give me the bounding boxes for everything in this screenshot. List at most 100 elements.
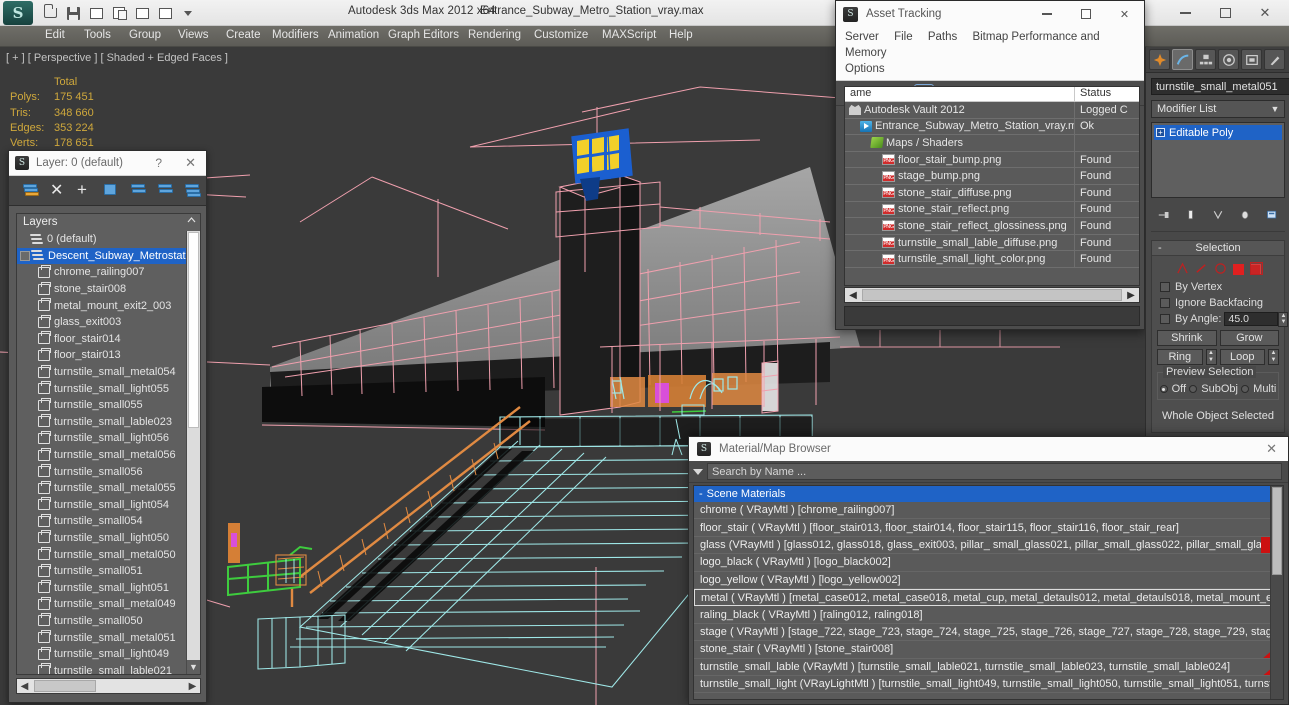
asset-row[interactable]: PNG stone_stair_reflect_glossiness.png Fou…	[845, 218, 1139, 235]
layer-list-item[interactable]: turnstile_small_light054	[17, 497, 186, 514]
layer-list-item[interactable]: turnstile_small_light050	[17, 530, 186, 547]
material-list-vertical-scrollbar[interactable]	[1270, 486, 1283, 699]
layer-list-item[interactable]: turnstile_small_light055	[17, 380, 186, 397]
by-angle-spinner[interactable]: ▲ ▼	[1278, 312, 1289, 327]
set-current-layer-icon[interactable]	[185, 183, 201, 198]
menu-group[interactable]: Group	[129, 29, 161, 41]
render-setup-icon[interactable]	[155, 3, 175, 23]
create-tab-icon[interactable]	[1149, 49, 1170, 70]
material-list-item[interactable]: turnstile_small_lable (VRayMtl ) [turnst…	[694, 658, 1283, 676]
layer-list-horizontal-scrollbar[interactable]: ◀ ▶	[16, 678, 201, 694]
search-input[interactable]	[707, 463, 1282, 480]
asset-column-name[interactable]: ame	[845, 87, 1075, 101]
layer-list-item[interactable]: metal_mount_exit2_003	[17, 297, 186, 314]
close-icon[interactable]: ✕	[1245, 1, 1285, 26]
asset-menu-options[interactable]: Options	[845, 63, 885, 75]
asset-close-icon[interactable]: ✕	[1105, 1, 1144, 27]
layer-list-item[interactable]: glass_exit003	[17, 314, 186, 331]
menu-graph-editors[interactable]: Graph Editors	[388, 29, 459, 41]
selection-rollout-header[interactable]: - Selection	[1152, 241, 1284, 256]
menu-views[interactable]: Views	[178, 29, 208, 41]
asset-tracking-grid[interactable]: ame Status Autodesk Vault 2012 Logged C En…	[844, 86, 1140, 286]
layer-list-item[interactable]: chrome_railing007	[17, 264, 186, 281]
ring-spinner[interactable]: ▲ ▼	[1205, 349, 1217, 365]
select-objects-in-layer-icon[interactable]	[104, 183, 120, 198]
asset-grid-horizontal-scrollbar[interactable]: ◀ ▶	[844, 287, 1140, 303]
scrollbar-thumb[interactable]	[188, 232, 199, 428]
material-list-item[interactable]: stone_stair ( VRayMtl ) [stone_stair008]	[694, 641, 1283, 659]
layer-list-item[interactable]: turnstile_small054	[17, 513, 186, 530]
layer-list-item[interactable]: turnstile_small050	[17, 613, 186, 630]
menu-create[interactable]: Create	[226, 29, 261, 41]
asset-row[interactable]: PNG stone_stair_diffuse.png Found	[845, 184, 1139, 202]
by-vertex-checkbox[interactable]	[1160, 282, 1170, 292]
modify-tab-icon[interactable]	[1172, 49, 1193, 70]
scroll-down-icon[interactable]: ▼	[187, 660, 200, 674]
preview-off-radio[interactable]	[1159, 385, 1168, 393]
asset-row[interactable]: Entrance_Subway_Metro_Station_vray.max Ok	[845, 118, 1139, 136]
menu-customize[interactable]: Customize	[534, 29, 588, 41]
group-collapse-icon[interactable]: -	[699, 488, 703, 500]
menu-modifiers[interactable]: Modifiers	[272, 29, 319, 41]
ring-button[interactable]: Ring	[1157, 349, 1203, 365]
remove-modifier-icon[interactable]	[1237, 208, 1252, 222]
layer-list-item[interactable]: turnstile_small051	[17, 563, 186, 580]
viewport-label[interactable]: [ + ] [ Perspective ] [ Shaded + Edged F…	[6, 52, 228, 64]
rollout-collapse-icon[interactable]: -	[1158, 242, 1162, 254]
layer-dialog-help-button[interactable]: ?	[155, 156, 162, 170]
delete-layer-icon[interactable]: ✕	[50, 182, 66, 198]
maximize-icon[interactable]	[1205, 1, 1245, 26]
undo-icon[interactable]	[86, 3, 106, 23]
scroll-right-icon[interactable]: ▶	[185, 681, 200, 692]
layer-list-item[interactable]: turnstile_small_metal051	[17, 629, 186, 646]
modifier-stack-item-editable-poly[interactable]: + Editable Poly	[1154, 125, 1282, 140]
ignore-backfacing-checkbox[interactable]	[1160, 298, 1170, 308]
asset-minimize-icon[interactable]	[1027, 1, 1066, 27]
configure-modifier-sets-icon[interactable]	[1264, 208, 1279, 222]
layer-dialog-close-icon[interactable]: ✕	[185, 155, 196, 171]
motion-tab-icon[interactable]	[1218, 49, 1239, 70]
border-subobject-icon[interactable]	[1214, 262, 1227, 277]
grow-button[interactable]: Grow	[1219, 330, 1279, 346]
quick-access-dropdown-caret-icon[interactable]	[178, 3, 198, 23]
modifier-list-dropdown[interactable]: Modifier List ▼	[1151, 100, 1285, 118]
create-new-layer-icon[interactable]	[23, 183, 39, 198]
preview-option-subobj[interactable]: SubObj	[1189, 383, 1238, 395]
material-browser-close-icon[interactable]: ✕	[1266, 441, 1277, 457]
vertex-subobject-icon[interactable]	[1176, 262, 1189, 277]
layer-list-item[interactable]: turnstile_small055	[17, 397, 186, 414]
element-subobject-icon[interactable]	[1249, 261, 1263, 275]
layer-list-item[interactable]: turnstile_small_light051	[17, 579, 186, 596]
layer-list-item[interactable]: turnstile_small_lable021	[17, 662, 186, 674]
scroll-right-icon[interactable]: ▶	[1123, 290, 1139, 301]
scroll-left-icon[interactable]: ◀	[845, 290, 861, 301]
3dsmax-logo-icon[interactable]: S	[3, 1, 33, 25]
filter-dropdown-icon[interactable]	[693, 468, 703, 475]
menu-maxscript[interactable]: MAXScript	[602, 29, 656, 41]
layer-list-item[interactable]: turnstile_small_metal050	[17, 546, 186, 563]
loop-button[interactable]: Loop	[1219, 349, 1265, 365]
menu-rendering[interactable]: Rendering	[468, 29, 521, 41]
material-list-item[interactable]: metal ( VRayMtl ) [metal_case012, metal_…	[694, 588, 1283, 607]
edge-subobject-icon[interactable]	[1195, 262, 1208, 277]
preview-option-off[interactable]: Off	[1159, 383, 1186, 395]
add-layer-icon[interactable]: +	[77, 181, 93, 198]
asset-menu-paths[interactable]: Paths	[928, 31, 957, 43]
menu-help[interactable]: Help	[669, 29, 693, 41]
layer-list-item[interactable]: turnstile_small_light056	[17, 430, 186, 447]
by-angle-row[interactable]: By Angle: 45.0 ▲ ▼	[1152, 311, 1289, 327]
ignore-backfacing-row[interactable]: Ignore Backfacing	[1152, 295, 1284, 311]
material-list-item[interactable]: turnstile_small_light (VRayLightMtl ) [t…	[694, 676, 1283, 694]
utilities-tab-icon[interactable]	[1264, 49, 1285, 70]
layer-list-item[interactable]: 0 (default)	[17, 231, 186, 248]
asset-row[interactable]: PNG stage_bump.png Found	[845, 168, 1139, 185]
loop-spinner[interactable]: ▲ ▼	[1268, 349, 1279, 365]
select-highlighted-objects-icon[interactable]	[131, 183, 147, 198]
layer-list-item[interactable]: turnstile_small056	[17, 463, 186, 480]
add-selected-to-layer-icon[interactable]	[158, 183, 174, 198]
layer-list-item[interactable]: turnstile_small_metal054	[17, 364, 186, 381]
render-icon[interactable]	[132, 3, 152, 23]
layer-list-item[interactable]: floor_stair014	[17, 331, 186, 348]
asset-menu-server[interactable]: Server	[845, 31, 879, 43]
by-angle-field[interactable]: 45.0 ▲ ▼	[1224, 312, 1289, 327]
